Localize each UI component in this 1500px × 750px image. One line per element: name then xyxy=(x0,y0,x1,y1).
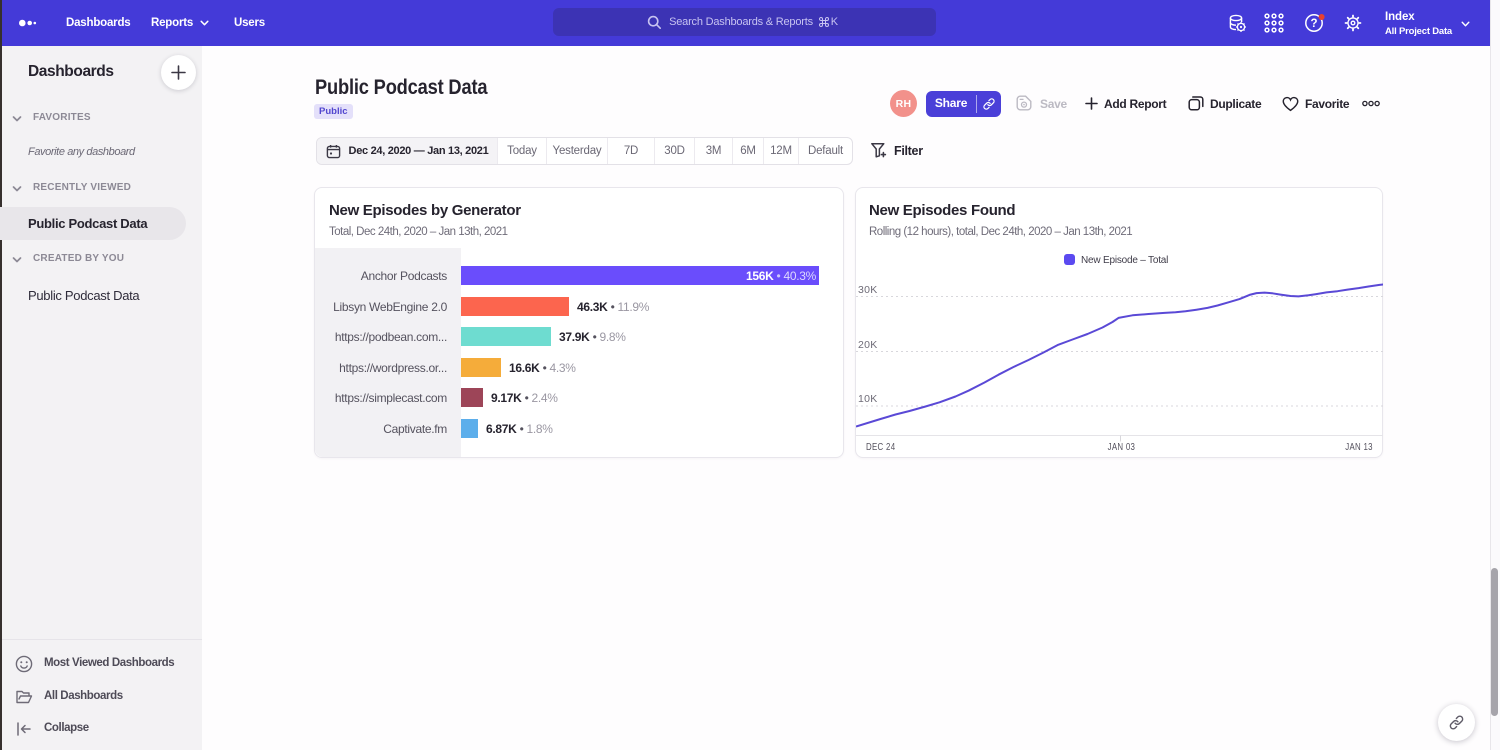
svg-text:?: ? xyxy=(1310,18,1317,30)
